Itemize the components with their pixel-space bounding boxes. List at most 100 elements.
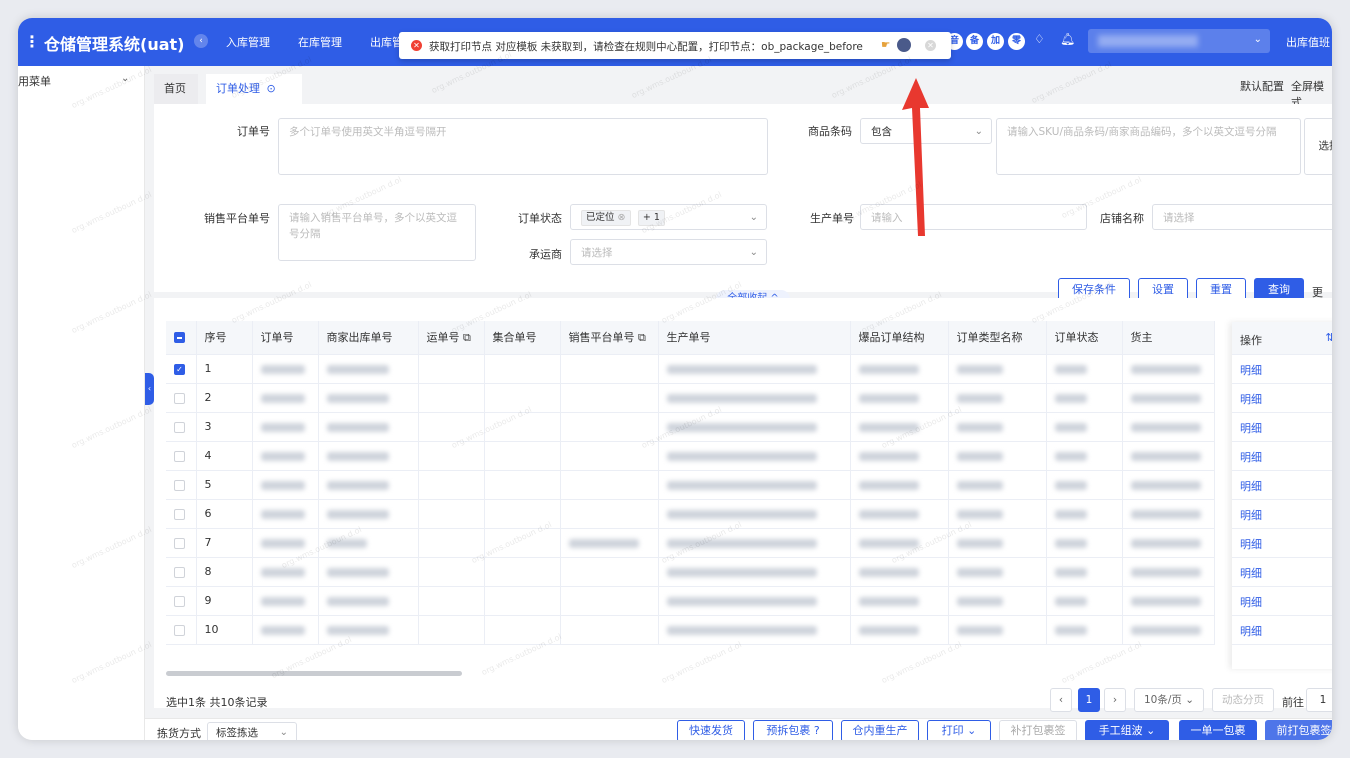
detail-link[interactable]: 明细 xyxy=(1232,529,1332,558)
select-all-checkbox[interactable] xyxy=(174,332,185,344)
puzzle-icon[interactable]: ♢ xyxy=(1034,32,1045,46)
chevron-left-icon[interactable]: ‹ xyxy=(194,34,208,48)
col-header: 生产单号 xyxy=(658,321,851,355)
pre-split-label: 预拆包裹 xyxy=(766,724,811,737)
tab-home[interactable]: 首页 xyxy=(154,74,198,104)
ops-column: 操作⇅ ⚙ 明细明细明细明细明细明细明细明细明细明细 xyxy=(1232,322,1332,669)
row-select-cell[interactable] xyxy=(166,441,197,471)
detail-link[interactable]: 明细 xyxy=(1232,558,1332,587)
table-row[interactable]: 4 xyxy=(166,441,1215,471)
row-checkbox[interactable] xyxy=(174,450,185,462)
backup-badge-icon[interactable]: 备 xyxy=(966,33,983,50)
select-all-header[interactable] xyxy=(166,321,197,355)
cell-status xyxy=(1046,383,1123,413)
reprint-label-button[interactable]: 补打包裹签 xyxy=(999,720,1077,740)
zero-badge-icon[interactable]: 零 xyxy=(1008,33,1025,50)
row-select-cell[interactable] xyxy=(166,557,197,587)
detail-link[interactable]: 明细 xyxy=(1232,616,1332,645)
table-row[interactable]: 8 xyxy=(166,557,1215,587)
default-config-link[interactable]: 默认配置 xyxy=(1240,78,1284,94)
barcode-select-button[interactable]: 选择 xyxy=(1304,118,1332,175)
hand-pointer-icon: ☛ xyxy=(881,39,891,51)
dynamic-paging-button[interactable]: 动态分页 xyxy=(1212,688,1274,712)
sort-settings-icon[interactable]: ⇅ ⚙ xyxy=(1325,331,1332,344)
cell-status xyxy=(1046,557,1123,587)
detail-link[interactable]: 明细 xyxy=(1232,500,1332,529)
table-row[interactable]: ✓ 1 xyxy=(166,354,1215,384)
shop-label: 店铺名称 xyxy=(1100,212,1144,225)
quick-ship-button[interactable]: 快速发货 xyxy=(677,720,745,740)
pre-print-label-button[interactable]: 前打包裹签 xyxy=(1265,720,1332,740)
table-row[interactable]: 5 xyxy=(166,470,1215,500)
row-select-cell[interactable] xyxy=(166,412,197,442)
next-page-button[interactable]: › xyxy=(1104,688,1126,712)
cell-waybill xyxy=(418,615,485,645)
one-order-one-package-button[interactable]: 一单一包裹 xyxy=(1179,720,1257,740)
carrier-select[interactable]: 请选择 ⌄ xyxy=(570,239,767,265)
nav-inbound[interactable]: 入库管理 xyxy=(226,34,270,50)
cell-collection xyxy=(484,470,561,500)
pre-split-button[interactable]: 预拆包裹 ? xyxy=(753,720,833,740)
bell-icon[interactable]: 🔔︎ xyxy=(1060,32,1075,46)
row-select-cell[interactable] xyxy=(166,586,197,616)
row-checkbox[interactable] xyxy=(174,537,185,549)
copy-icon[interactable]: ⧉ xyxy=(638,331,646,344)
row-checkbox[interactable] xyxy=(174,421,185,433)
row-select-cell[interactable]: ✓ xyxy=(166,354,197,384)
row-checkbox[interactable] xyxy=(174,392,185,404)
detail-link[interactable]: 明细 xyxy=(1232,442,1332,471)
close-icon[interactable]: ✕ xyxy=(925,40,936,51)
page-size-select[interactable]: 10条/页 ⌄ xyxy=(1134,688,1204,712)
row-select-cell[interactable] xyxy=(166,383,197,413)
row-checkbox[interactable]: ✓ xyxy=(174,363,185,375)
platform-no-label: 销售平台单号 xyxy=(204,212,270,225)
manual-wave-dropdown[interactable]: 手工组波 ⌄ xyxy=(1085,720,1169,740)
platform-no-input[interactable]: 请输入销售平台单号，多个以英文逗号分隔 xyxy=(278,204,476,261)
table-row[interactable]: 6 xyxy=(166,499,1215,529)
table-row[interactable]: 9 xyxy=(166,586,1215,616)
row-checkbox[interactable] xyxy=(174,624,185,636)
row-select-cell[interactable] xyxy=(166,528,197,558)
sidebar-collapse-button[interactable]: ‹ xyxy=(145,373,154,405)
order-no-input[interactable]: 多个订单号使用英文半角逗号隔开 xyxy=(278,118,768,175)
copy-icon[interactable]: ⧉ xyxy=(463,331,471,344)
cell-owner xyxy=(1122,528,1215,558)
row-select-cell[interactable] xyxy=(166,499,197,529)
detail-link[interactable]: 明细 xyxy=(1232,384,1332,413)
detail-link[interactable]: 明细 xyxy=(1232,355,1332,384)
cell-collection xyxy=(484,441,561,471)
cell-hot-structure xyxy=(850,586,949,616)
row-checkbox[interactable] xyxy=(174,479,185,491)
detail-link[interactable]: 明细 xyxy=(1232,413,1332,442)
user-dropdown[interactable]: ⌄ xyxy=(1088,29,1270,53)
reproduce-button[interactable]: 仓内重生产 xyxy=(841,720,919,740)
barcode-mode-value: 包含 xyxy=(871,126,892,138)
prev-page-button[interactable]: ‹ xyxy=(1050,688,1072,712)
production-no-input[interactable]: 请输入 xyxy=(860,204,1087,230)
close-circle-icon[interactable]: ⊗ xyxy=(618,212,626,223)
row-checkbox[interactable] xyxy=(174,595,185,607)
row-select-cell[interactable] xyxy=(166,470,197,500)
nav-inventory[interactable]: 在库管理 xyxy=(298,34,342,50)
cell-production-no xyxy=(658,441,851,471)
shop-select[interactable]: 请选择 ⌄ xyxy=(1152,204,1332,230)
row-select-cell[interactable] xyxy=(166,615,197,645)
detail-link[interactable]: 明细 xyxy=(1232,471,1332,500)
col-header: 序号 xyxy=(196,321,253,355)
duty-label[interactable]: 出库值班 xyxy=(1286,34,1330,50)
table-row[interactable]: 10 xyxy=(166,615,1215,645)
row-checkbox[interactable] xyxy=(174,566,185,578)
pick-method-select[interactable]: 标签拣选 ⌄ xyxy=(207,722,297,740)
cell-hot-structure xyxy=(850,499,949,529)
detail-link[interactable]: 明细 xyxy=(1232,587,1332,616)
horizontal-scrollbar[interactable] xyxy=(166,671,462,676)
menu-grip-icon[interactable]: ⋮ xyxy=(24,32,40,51)
table-row[interactable]: 2 xyxy=(166,383,1215,413)
sidebar-menu-label[interactable]: 用菜单 xyxy=(18,73,51,89)
row-checkbox[interactable] xyxy=(174,508,185,520)
add-badge-icon[interactable]: 加 xyxy=(987,33,1004,50)
barcode-input[interactable]: 请输入SKU/商品条码/商家商品编码，多个以英文逗号分隔 xyxy=(996,118,1301,175)
goto-page-input[interactable]: 1 xyxy=(1306,688,1332,712)
page-1[interactable]: 1 xyxy=(1078,688,1100,712)
print-dropdown[interactable]: 打印 ⌄ xyxy=(927,720,991,740)
